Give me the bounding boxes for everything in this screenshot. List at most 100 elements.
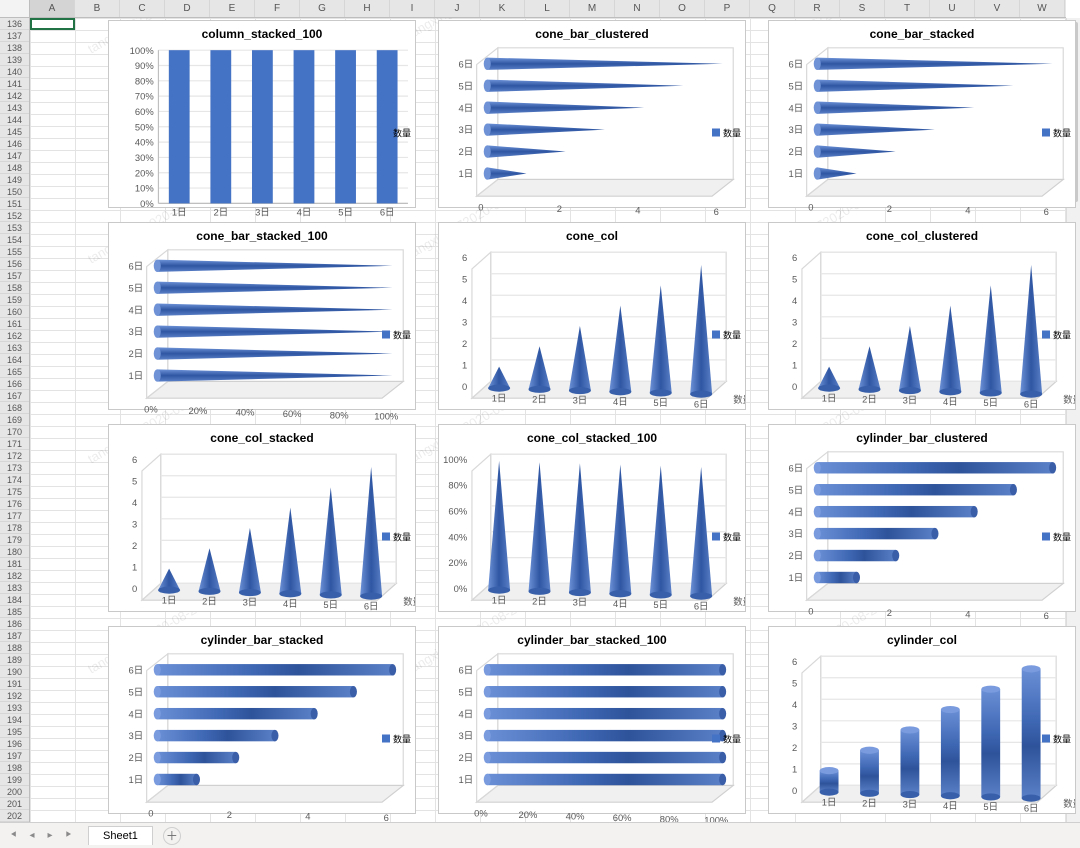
row-header[interactable]: 142 xyxy=(0,90,29,102)
row-header[interactable]: 161 xyxy=(0,318,29,330)
row-header[interactable]: 165 xyxy=(0,366,29,378)
row-header[interactable]: 173 xyxy=(0,462,29,474)
row-header[interactable]: 179 xyxy=(0,534,29,546)
row-header[interactable]: 160 xyxy=(0,306,29,318)
chart-cylinder_bar_stacked[interactable]: cylinder_bar_stacked02461日2日3日4日5日6日数量 xyxy=(108,626,416,814)
column-header-C[interactable]: C xyxy=(120,0,165,17)
row-header[interactable]: 188 xyxy=(0,642,29,654)
tab-last-icon[interactable]: ⯈ xyxy=(60,830,76,841)
row-header[interactable]: 194 xyxy=(0,714,29,726)
column-header-I[interactable]: I xyxy=(390,0,435,17)
chart-column_stacked_100[interactable]: column_stacked_1000%10%20%30%40%50%60%70… xyxy=(108,20,416,208)
column-header-M[interactable]: M xyxy=(570,0,615,17)
row-header[interactable]: 193 xyxy=(0,702,29,714)
row-header-column[interactable]: 1361371381391401411421431441451461471481… xyxy=(0,18,30,822)
chart-cylinder_bar_stacked_100[interactable]: cylinder_bar_stacked_1000%20%40%60%80%10… xyxy=(438,626,746,814)
row-header[interactable]: 183 xyxy=(0,582,29,594)
column-header-V[interactable]: V xyxy=(975,0,1020,17)
row-header[interactable]: 172 xyxy=(0,450,29,462)
row-header[interactable]: 201 xyxy=(0,798,29,810)
row-header[interactable]: 198 xyxy=(0,762,29,774)
row-header[interactable]: 176 xyxy=(0,498,29,510)
row-header[interactable]: 178 xyxy=(0,522,29,534)
row-header[interactable]: 202 xyxy=(0,810,29,822)
column-header-N[interactable]: N xyxy=(615,0,660,17)
row-header[interactable]: 166 xyxy=(0,378,29,390)
chart-cone_col_clustered[interactable]: cone_col_clustered01234561日2日3日4日5日6日数量数… xyxy=(768,222,1076,410)
row-header[interactable]: 169 xyxy=(0,414,29,426)
row-header[interactable]: 145 xyxy=(0,126,29,138)
column-header-B[interactable]: B xyxy=(75,0,120,17)
row-header[interactable]: 189 xyxy=(0,654,29,666)
row-header[interactable]: 146 xyxy=(0,138,29,150)
add-sheet-button[interactable]: ＋ xyxy=(163,827,181,845)
row-header[interactable]: 155 xyxy=(0,246,29,258)
row-header[interactable]: 182 xyxy=(0,570,29,582)
chart-cone_bar_clustered[interactable]: cone_bar_clustered02461日2日3日4日5日6日数量 xyxy=(438,20,746,208)
column-header-K[interactable]: K xyxy=(480,0,525,17)
row-header[interactable]: 191 xyxy=(0,678,29,690)
column-header-A[interactable]: A xyxy=(30,0,75,17)
chart-cone_col_stacked_100[interactable]: cone_col_stacked_1000%20%40%60%80%100%1日… xyxy=(438,424,746,612)
row-header[interactable]: 154 xyxy=(0,234,29,246)
row-header[interactable]: 143 xyxy=(0,102,29,114)
row-header[interactable]: 151 xyxy=(0,198,29,210)
column-header-F[interactable]: F xyxy=(255,0,300,17)
row-header[interactable]: 185 xyxy=(0,606,29,618)
row-header[interactable]: 171 xyxy=(0,438,29,450)
row-header[interactable]: 181 xyxy=(0,558,29,570)
row-header[interactable]: 180 xyxy=(0,546,29,558)
row-header[interactable]: 174 xyxy=(0,474,29,486)
chart-cone_bar_stacked[interactable]: cone_bar_stacked02461日2日3日4日5日6日数量 xyxy=(768,20,1076,208)
column-header-S[interactable]: S xyxy=(840,0,885,17)
row-header[interactable]: 175 xyxy=(0,486,29,498)
row-header[interactable]: 157 xyxy=(0,270,29,282)
column-header-T[interactable]: T xyxy=(885,0,930,17)
column-header-Q[interactable]: Q xyxy=(750,0,795,17)
chart-cone_bar_stacked_100[interactable]: cone_bar_stacked_1000%20%40%60%80%100%1日… xyxy=(108,222,416,410)
row-header[interactable]: 152 xyxy=(0,210,29,222)
chart-cone_col_stacked[interactable]: cone_col_stacked01234561日2日3日4日5日6日数量数量 xyxy=(108,424,416,612)
column-header-U[interactable]: U xyxy=(930,0,975,17)
row-header[interactable]: 190 xyxy=(0,666,29,678)
row-header[interactable]: 170 xyxy=(0,426,29,438)
row-header[interactable]: 136 xyxy=(0,18,29,30)
row-header[interactable]: 197 xyxy=(0,750,29,762)
column-header-J[interactable]: J xyxy=(435,0,480,17)
tab-next-icon[interactable]: ▸ xyxy=(42,830,58,841)
column-header-L[interactable]: L xyxy=(525,0,570,17)
row-header[interactable]: 196 xyxy=(0,738,29,750)
column-header-R[interactable]: R xyxy=(795,0,840,17)
row-header[interactable]: 159 xyxy=(0,294,29,306)
row-header[interactable]: 168 xyxy=(0,402,29,414)
column-header-O[interactable]: O xyxy=(660,0,705,17)
row-header[interactable]: 138 xyxy=(0,42,29,54)
chart-cylinder_col[interactable]: cylinder_col01234561日2日3日4日5日6日数量数量 xyxy=(768,626,1076,814)
chart-cylinder_bar_clustered[interactable]: cylinder_bar_clustered02461日2日3日4日5日6日数量 xyxy=(768,424,1076,612)
select-all-triangle[interactable] xyxy=(0,0,30,17)
row-header[interactable]: 195 xyxy=(0,726,29,738)
row-header[interactable]: 186 xyxy=(0,618,29,630)
column-header-P[interactable]: P xyxy=(705,0,750,17)
column-header-E[interactable]: E xyxy=(210,0,255,17)
row-header[interactable]: 148 xyxy=(0,162,29,174)
row-header[interactable]: 156 xyxy=(0,258,29,270)
column-header-W[interactable]: W xyxy=(1020,0,1065,17)
row-header[interactable]: 163 xyxy=(0,342,29,354)
sheet-area[interactable]: ABCDEFGHIJKLMNOPQRSTUVW 1361371381391401… xyxy=(0,0,1080,848)
row-header[interactable]: 167 xyxy=(0,390,29,402)
row-header[interactable]: 153 xyxy=(0,222,29,234)
chart-cone_col[interactable]: cone_col01234561日2日3日4日5日6日数量数量 xyxy=(438,222,746,410)
tab-prev-icon[interactable]: ◂ xyxy=(24,830,40,841)
row-header[interactable]: 162 xyxy=(0,330,29,342)
row-header[interactable]: 147 xyxy=(0,150,29,162)
row-header[interactable]: 184 xyxy=(0,594,29,606)
sheet-tab-sheet1[interactable]: Sheet1 xyxy=(88,826,153,845)
row-header[interactable]: 150 xyxy=(0,186,29,198)
row-header[interactable]: 137 xyxy=(0,30,29,42)
row-header[interactable]: 140 xyxy=(0,66,29,78)
row-header[interactable]: 141 xyxy=(0,78,29,90)
row-header[interactable]: 158 xyxy=(0,282,29,294)
row-header[interactable]: 177 xyxy=(0,510,29,522)
column-header-H[interactable]: H xyxy=(345,0,390,17)
